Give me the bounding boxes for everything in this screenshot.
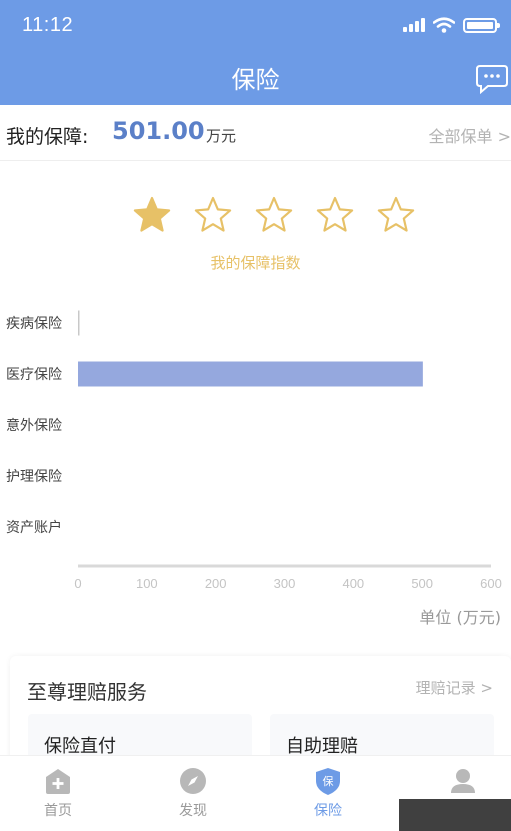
compass-icon [180,768,206,794]
status-icons [403,17,500,33]
svg-text:保: 保 [323,774,334,788]
category-label: 意外保险 [6,417,62,434]
tab-home-label: 首页 [44,803,72,819]
tab-home[interactable]: 首页 [18,766,98,820]
claims-service-title: 至尊理赔服务 [27,680,147,704]
shield-icon: 保 [316,768,340,795]
star-outline-icon [316,196,354,232]
star-filled-icon [133,196,171,232]
star-outline-icon [377,196,415,232]
x-tick-label: 600 [480,576,502,591]
rating-caption: 我的保障指数 [210,254,301,272]
x-tick-label: 500 [411,576,433,591]
chart-unit-label: 单位 (万元) [419,608,501,627]
x-tick-label: 200 [205,576,227,591]
header: 11:12 保险 [0,0,511,105]
star-outline-icon [255,196,293,232]
status-time: 11:12 [22,14,74,36]
profile-icon [451,769,475,793]
category-label: 医疗保险 [6,367,62,383]
coverage-bar-chart: 疾病保险医疗保险意外保险护理保险资产账户 0 100 200 300 400 500 600 [6,310,502,591]
coverage-summary: 我的保障: 501.00 万元 全部保单 > [0,105,511,161]
category-label: 护理保险 [6,469,62,485]
corner-overlay [399,799,511,831]
signal-icon [403,18,425,32]
x-tick-label: 300 [274,576,296,591]
coverage-label: 我的保障: [6,126,89,148]
rating-stars [132,195,416,235]
category-label: 资产账户 [6,519,62,536]
x-tick-label: 100 [136,576,158,591]
all-policies-link[interactable]: 全部保单 > [429,123,511,147]
star-outline-icon [194,196,232,232]
tab-profile[interactable] [423,766,503,800]
chat-bubble-icon[interactable] [475,64,509,94]
home-plus-icon [46,769,70,794]
bar [78,361,423,387]
status-bar: 11:12 [0,0,511,52]
battery-icon [463,17,500,33]
category-label: 疾病保险 [6,316,62,332]
coverage-amount: 501.00 [112,117,205,145]
wifi-icon [433,17,455,33]
coverage-chart: 疾病保险 医疗保险 意外保险 护理保险 资产账户 0 100 200 300 400 500 600 … [0,290,511,640]
coverage-unit: 万元 [206,127,237,145]
tab-insurance-label: 保险 [314,803,342,819]
bar [78,310,80,336]
x-tick-label: 400 [342,576,364,591]
x-tick-label: 0 [74,576,81,591]
page-title: 保险 [231,66,280,94]
claims-service-card: 至尊理赔服务 理赔记录 > 保险直付 自助理赔 [10,656,511,766]
claims-record-link[interactable]: 理赔记录 > [416,677,493,698]
tab-insurance[interactable]: 保 保险 [288,766,368,820]
tab-discover-label: 发现 [179,803,207,819]
tab-discover[interactable]: 发现 [153,766,233,820]
